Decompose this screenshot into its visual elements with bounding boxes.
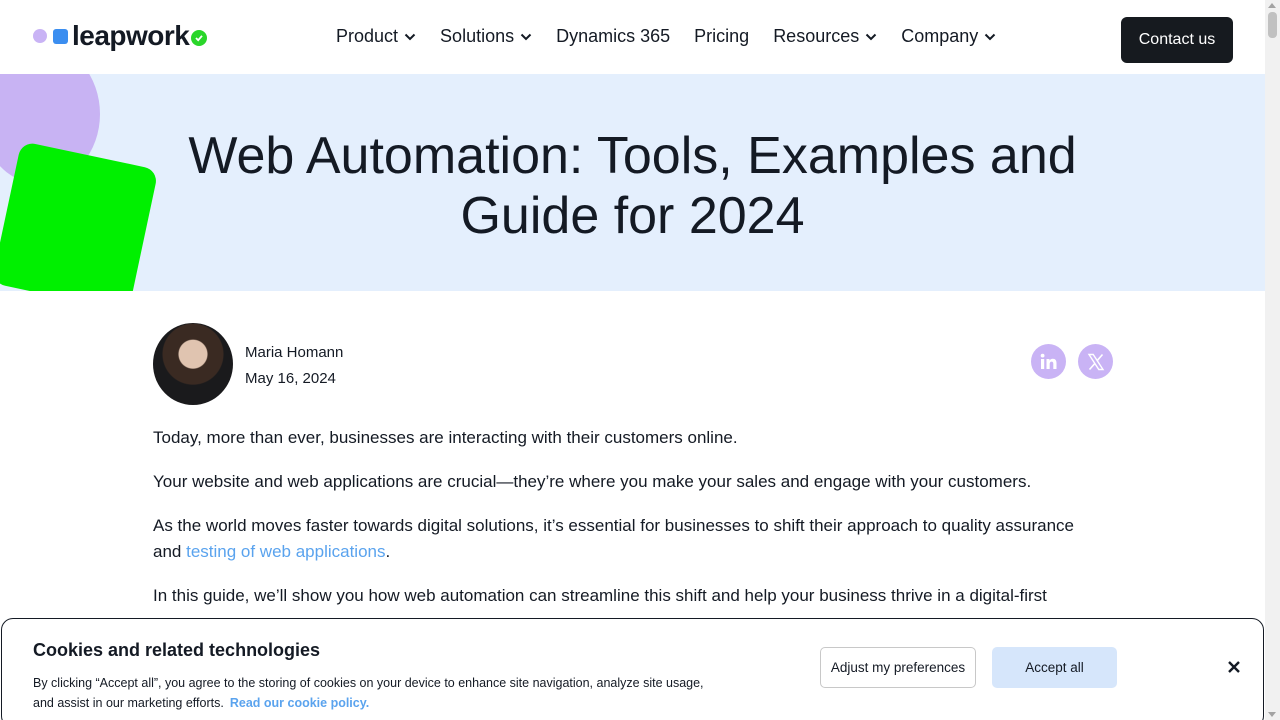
publish-date: May 16, 2024 [245,370,336,387]
author-avatar [153,323,233,405]
share-x-button[interactable] [1078,344,1113,379]
nav-label: Pricing [694,26,750,46]
nav-label: Resources [773,26,860,46]
nav-label: Product [336,26,399,46]
logo-dot-shape [33,29,47,43]
scroll-thumb[interactable] [1268,12,1277,38]
accept-all-button[interactable]: Accept all [992,647,1117,688]
main-nav: Product Solutions Dynamics 365 Pricing R… [336,26,1020,47]
chevron-down-icon [404,33,416,40]
contact-us-button[interactable]: Contact us [1121,17,1233,63]
logo-text: leapwork [72,20,190,51]
chevron-down-icon [866,33,877,40]
page-scrollbar[interactable] [1265,0,1280,720]
nav-item-pricing[interactable]: Pricing [694,26,749,47]
article-paragraph: In this guide, we’ll show you how web au… [153,586,1047,605]
article-paragraph: Today, more than ever, businesses are in… [153,428,738,447]
nav-label: Company [901,26,979,46]
page-title-line-1: Web Automation: Tools, Examples and [188,127,1077,185]
leapwork-logo[interactable]: leapwork [33,20,208,52]
cookie-text: By clicking “Accept all”, you agree to t… [33,673,723,713]
author-name: Maria Homann [245,344,344,361]
site-header: leapwork Product Solutions Dynamics 365 … [0,0,1265,74]
nav-item-dynamics-365[interactable]: Dynamics 365 [556,26,670,47]
nav-item-resources[interactable]: Resources [773,26,877,47]
testing-web-apps-link[interactable]: testing of web applications [186,542,385,561]
article-paragraph: Your website and web applications are cr… [153,472,1032,491]
chevron-down-icon [520,33,532,40]
logo-square-shape [53,28,68,44]
hero-banner: Web Automation: Tools, Examples and Guid… [0,74,1265,291]
page-title: Web Automation: Tools, Examples and Guid… [150,126,1115,246]
cookie-banner: Cookies and related technologies By clic… [1,618,1264,720]
nav-item-company[interactable]: Company [901,26,996,47]
article-paragraph: As the world moves faster towards digita… [153,513,1103,565]
nav-label: Solutions [440,26,515,46]
x-twitter-icon [1087,353,1104,370]
chevron-down-icon [985,33,996,40]
nav-item-solutions[interactable]: Solutions [440,26,532,47]
nav-item-product[interactable]: Product [336,26,416,47]
page-title-line-2: Guide for 2024 [460,187,805,245]
share-linkedin-button[interactable] [1031,344,1066,379]
scroll-up-icon[interactable] [1268,3,1276,8]
close-icon[interactable] [1224,657,1244,677]
decorative-green-square [0,141,159,291]
scroll-down-icon[interactable] [1268,712,1276,717]
cookie-title: Cookies and related technologies [33,640,321,660]
adjust-preferences-button[interactable]: Adjust my preferences [820,647,976,688]
logo-check-icon [191,30,208,46]
cookie-policy-link[interactable]: Read our cookie policy. [230,696,369,710]
article-text: . [385,542,391,561]
nav-label: Dynamics 365 [556,26,671,46]
linkedin-icon [1040,353,1056,369]
